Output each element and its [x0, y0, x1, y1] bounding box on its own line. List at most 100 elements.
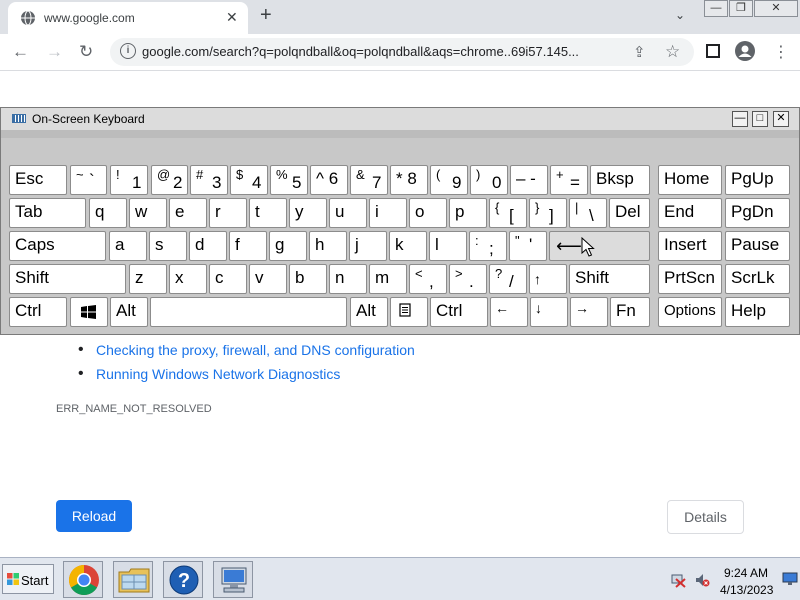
- key-shift-left[interactable]: Shift: [9, 264, 126, 294]
- share-icon[interactable]: ⇪: [633, 43, 646, 61]
- forward-icon[interactable]: →: [46, 42, 63, 62]
- key-l[interactable]: l: [429, 231, 467, 261]
- key-insert[interactable]: Insert: [658, 231, 722, 261]
- suggestion-link[interactable]: Checking the proxy, firewall, and DNS co…: [78, 338, 415, 362]
- key-space[interactable]: [150, 297, 347, 327]
- taskbar-explorer[interactable]: [113, 561, 153, 598]
- key-tab[interactable]: Tab: [9, 198, 86, 228]
- profile-icon[interactable]: [735, 41, 755, 61]
- key-w[interactable]: w: [129, 198, 167, 228]
- key-backtick[interactable]: ~ `: [70, 165, 107, 195]
- key-pause[interactable]: Pause: [725, 231, 790, 261]
- key-end[interactable]: End: [658, 198, 722, 228]
- key-n[interactable]: n: [329, 264, 367, 294]
- key-backslash[interactable]: | \: [569, 198, 607, 228]
- close-window-icon[interactable]: ✕: [754, 0, 798, 17]
- browser-tab[interactable]: www.google.com ✕: [8, 2, 248, 34]
- key-equals[interactable]: + =: [550, 165, 588, 195]
- clock-date[interactable]: 4/13/2023: [720, 583, 773, 597]
- key-k[interactable]: k: [389, 231, 427, 261]
- taskbar-network-computer[interactable]: [213, 561, 253, 598]
- key-alt-left[interactable]: Alt: [110, 297, 148, 327]
- key-t[interactable]: t: [249, 198, 287, 228]
- key-pgup[interactable]: PgUp: [725, 165, 790, 195]
- reload-button[interactable]: Reload: [56, 500, 132, 532]
- osk-maximize-icon[interactable]: □: [752, 111, 768, 127]
- key-fn[interactable]: Fn: [610, 297, 650, 327]
- desktop-preview-icon[interactable]: [782, 572, 798, 586]
- star-icon[interactable]: ☆: [665, 42, 680, 62]
- key-a[interactable]: a: [109, 231, 147, 261]
- key-m[interactable]: m: [369, 264, 407, 294]
- key-x[interactable]: x: [169, 264, 207, 294]
- key-1[interactable]: ! 1: [110, 165, 148, 195]
- key-ctrl-right[interactable]: Ctrl: [430, 297, 488, 327]
- key-8[interactable]: * 8: [390, 165, 428, 195]
- key-i[interactable]: i: [369, 198, 407, 228]
- suggestion-link[interactable]: Running Windows Network Diagnostics: [78, 362, 415, 386]
- key-9[interactable]: (9: [430, 165, 468, 195]
- key-h[interactable]: h: [309, 231, 347, 261]
- key-s[interactable]: s: [149, 231, 187, 261]
- key-y[interactable]: y: [289, 198, 327, 228]
- menu-icon[interactable]: ⋮: [773, 42, 789, 62]
- reload-icon[interactable]: ↻: [79, 42, 93, 62]
- key-up[interactable]: ↑: [529, 264, 567, 294]
- tab-close-icon[interactable]: ✕: [226, 9, 238, 26]
- key-b[interactable]: b: [289, 264, 327, 294]
- key-c[interactable]: c: [209, 264, 247, 294]
- key-slash[interactable]: ? /: [489, 264, 527, 294]
- key-context-menu[interactable]: [390, 297, 428, 327]
- key-enter[interactable]: ⟵: [549, 231, 650, 261]
- key-v[interactable]: v: [249, 264, 287, 294]
- taskbar-help[interactable]: ?: [163, 561, 203, 598]
- key-esc[interactable]: Esc: [9, 165, 67, 195]
- key-g[interactable]: g: [269, 231, 307, 261]
- key-shift-right[interactable]: Shift: [569, 264, 650, 294]
- new-tab-button[interactable]: +: [260, 4, 272, 27]
- key-scrlk[interactable]: ScrLk: [725, 264, 790, 294]
- key-windows[interactable]: [70, 297, 108, 327]
- address-url[interactable]: google.com/search?q=polqndball&oq=polqnd…: [142, 44, 579, 59]
- key-down[interactable]: ↓: [530, 297, 568, 327]
- key-5[interactable]: % 5: [270, 165, 308, 195]
- key-prtscn[interactable]: PrtScn: [658, 264, 722, 294]
- address-bar[interactable]: i google.com/search?q=polqndball&oq=polq…: [110, 38, 694, 66]
- key-e[interactable]: e: [169, 198, 207, 228]
- key-alt-right[interactable]: Alt: [350, 297, 388, 327]
- key-right-bracket[interactable]: }]: [529, 198, 567, 228]
- osk-minimize-icon[interactable]: —: [732, 111, 748, 127]
- key-z[interactable]: z: [129, 264, 167, 294]
- tab-search-icon[interactable]: ⌄: [675, 8, 685, 22]
- key-pgdn[interactable]: PgDn: [725, 198, 790, 228]
- key-right[interactable]: →: [570, 297, 608, 327]
- key-o[interactable]: o: [409, 198, 447, 228]
- restore-window-icon[interactable]: ❐: [729, 0, 753, 17]
- key-3[interactable]: #3: [190, 165, 228, 195]
- key-home[interactable]: Home: [658, 165, 722, 195]
- network-error-icon[interactable]: [670, 572, 686, 588]
- back-icon[interactable]: ←: [12, 42, 29, 62]
- key-comma[interactable]: <,: [409, 264, 447, 294]
- minimize-window-icon[interactable]: —: [704, 0, 728, 17]
- key-left[interactable]: ←: [490, 297, 528, 327]
- sidepanel-icon[interactable]: [706, 44, 720, 58]
- key-6[interactable]: ^ 6: [310, 165, 348, 195]
- key-left-bracket[interactable]: {[: [489, 198, 527, 228]
- key-2[interactable]: @2: [151, 165, 188, 195]
- start-button[interactable]: Start: [2, 564, 54, 594]
- key-f[interactable]: f: [229, 231, 267, 261]
- osk-close-icon[interactable]: ✕: [773, 111, 789, 127]
- key-4[interactable]: $4: [230, 165, 268, 195]
- key-del[interactable]: Del: [609, 198, 650, 228]
- key-p[interactable]: p: [449, 198, 487, 228]
- key-caps[interactable]: Caps: [9, 231, 106, 261]
- key-backspace[interactable]: Bksp: [590, 165, 650, 195]
- key-d[interactable]: d: [189, 231, 227, 261]
- key-semicolon[interactable]: :;: [469, 231, 507, 261]
- key-q[interactable]: q: [89, 198, 127, 228]
- key-0[interactable]: ) 0: [470, 165, 508, 195]
- site-info-icon[interactable]: i: [120, 43, 136, 59]
- key-minus[interactable]: – -: [510, 165, 548, 195]
- taskbar-chrome[interactable]: [63, 561, 103, 598]
